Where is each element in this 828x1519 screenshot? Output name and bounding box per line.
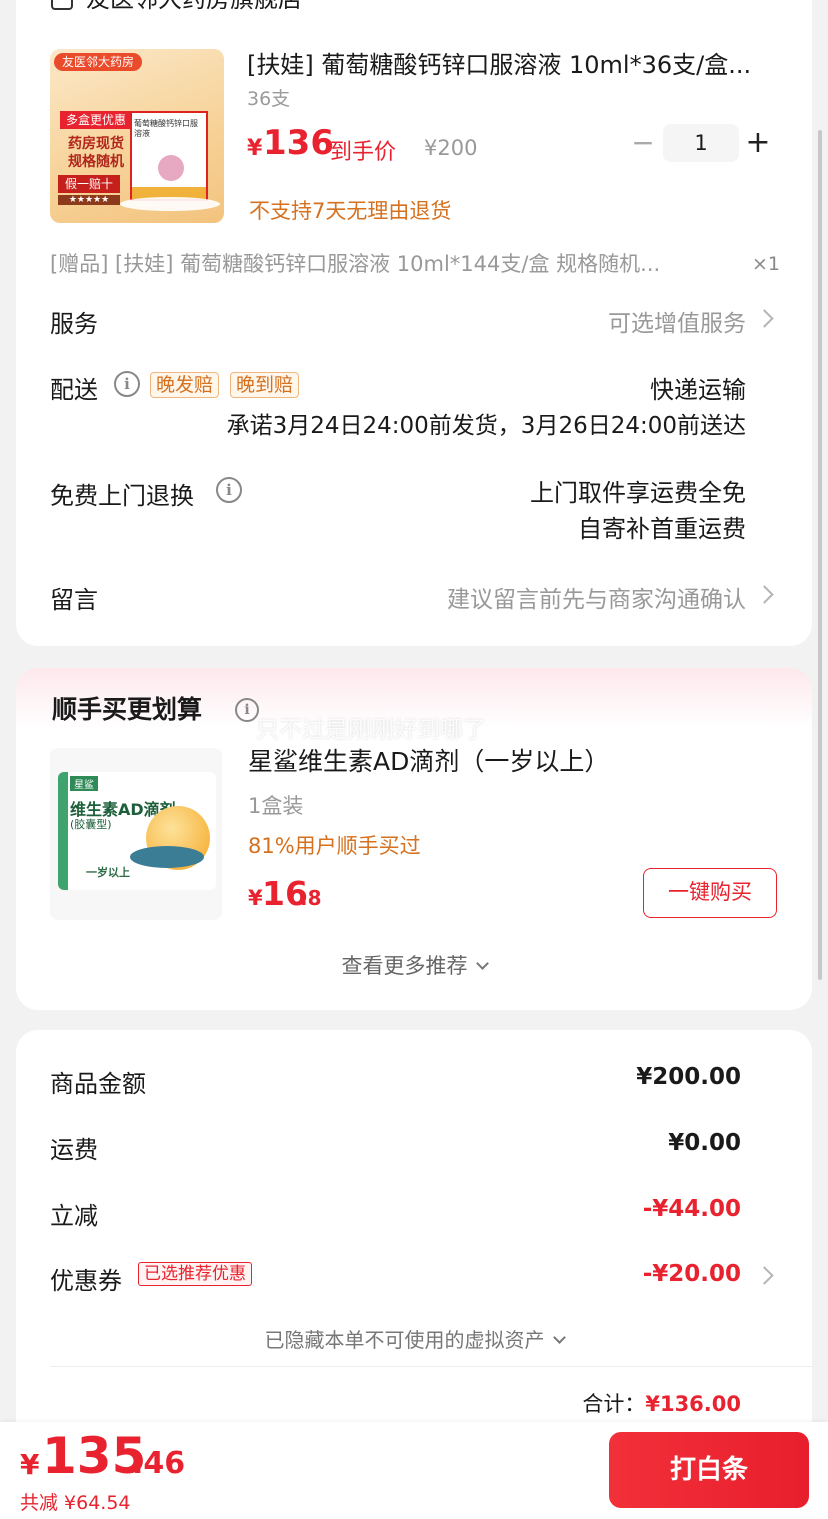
product-image[interactable]: 友医邻大药房 多盒更优惠 药房现货 规格随机 假一赔十 ★★★★★ 葡萄糖酸钙锌…: [50, 49, 224, 223]
summary-divider: [50, 1366, 812, 1367]
store-icon: [51, 0, 73, 10]
overlay-text: 只不过是刚刚好到哪了: [256, 717, 486, 743]
image-badge: 多盒更优惠: [60, 111, 132, 129]
product-box: 葡萄糖酸钙锌口服溶液: [130, 111, 208, 201]
image-stars: ★★★★★: [58, 195, 120, 205]
shipping-label: 运费: [50, 1136, 98, 1164]
bundle-card: 顺手买更划算 i 只不过是刚刚好到哪了 星鲨 维生素AD滴剂 (胶囊型) 一岁以…: [16, 668, 812, 1010]
rec-age: 一岁以上: [86, 866, 130, 879]
coupon-tag: 已选推荐优惠: [138, 1262, 252, 1286]
rec-price-dec: .8: [300, 886, 322, 910]
summary-card: 商品金额 ¥200.00 运费 ¥0.00 立减 -¥44.00 优惠券 已选推…: [16, 1030, 812, 1450]
gift-item[interactable]: [赠品] [扶娃] 葡萄糖酸钙锌口服溶液 10ml*144支/盒 规格随机...: [50, 250, 740, 278]
goods-amount-value: ¥200.00: [636, 1064, 741, 1090]
total-label: 合计：: [582, 1392, 646, 1416]
return-policy-note: 不支持7天无理由退货: [249, 199, 452, 223]
image-line-2: 规格随机: [68, 154, 124, 170]
price-symbol: ¥: [247, 136, 263, 161]
image-guarantee: 假一赔十: [58, 175, 120, 193]
quantity-field[interactable]: 1: [663, 124, 739, 162]
chevron-down-icon: [552, 1331, 566, 1344]
product-price: 136: [263, 123, 334, 163]
rec-brand: 星鲨: [70, 776, 98, 791]
bundle-title: 顺手买更划算: [52, 695, 203, 724]
store-name[interactable]: 友医邻大药房旗舰店: [86, 0, 302, 14]
delivery-label: 配送: [50, 376, 98, 404]
original-price: ¥200: [424, 136, 478, 160]
decrement-button[interactable]: −: [628, 124, 658, 164]
total-row: 合计：¥136.00: [416, 1388, 741, 1418]
delivery-method: 快递运输: [650, 376, 746, 404]
more-recommend-button[interactable]: 查看更多推荐: [16, 950, 812, 980]
hidden-assets-toggle[interactable]: 已隐藏本单不可使用的虚拟资产: [16, 1324, 812, 1353]
price-label: 到手价: [330, 140, 397, 165]
free-return-line-1: 上门取件享运费全免: [530, 479, 746, 507]
delivery-promise: 承诺3月24日24:00前发货，3月26日24:00前送达: [226, 413, 746, 439]
discount-value: -¥44.00: [642, 1196, 741, 1222]
message-input[interactable]: 建议留言前先与商家沟通确认: [346, 580, 746, 614]
box-stand: [120, 197, 220, 211]
free-return-line-2: 自寄补首重运费: [578, 515, 746, 543]
one-click-buy-button[interactable]: 一键购买: [643, 868, 777, 918]
service-chevron-icon[interactable]: [755, 309, 774, 328]
recommend-product-image[interactable]: 星鲨 维生素AD滴剂 (胶囊型) 一岁以上: [50, 748, 222, 920]
gift-count: ×1: [752, 253, 781, 275]
scrollbar[interactable]: [818, 130, 822, 980]
rec-type: (胶囊型): [70, 818, 112, 831]
total-saved: 共减 ¥64.54: [20, 1492, 131, 1514]
shipping-value: ¥0.00: [668, 1130, 741, 1156]
rec-fish: [130, 846, 204, 868]
image-top-banner: 友医邻大药房: [54, 53, 142, 71]
final-price-int: 135: [42, 1427, 147, 1485]
recommend-stat: 81%用户顺手买过: [248, 834, 421, 858]
recommend-spec: 1盒装: [248, 794, 304, 818]
product-title[interactable]: [扶娃] 葡萄糖酸钙锌口服溶液 10ml*36支/盒...: [247, 50, 787, 80]
coupon-value[interactable]: -¥20.00: [516, 1261, 741, 1287]
pay-button[interactable]: 打白条: [609, 1432, 809, 1508]
coupon-chevron-icon[interactable]: [755, 1266, 774, 1285]
chevron-down-icon: [475, 957, 489, 970]
box-label: 葡萄糖酸钙锌口服溶液: [134, 119, 198, 138]
goods-amount-label: 商品金额: [50, 1070, 146, 1098]
image-line-1: 药房现货: [68, 136, 124, 152]
service-label: 服务: [50, 310, 98, 338]
more-recommend-label: 查看更多推荐: [341, 954, 468, 978]
discount-label: 立减: [50, 1202, 98, 1230]
message-chevron-icon[interactable]: [755, 585, 774, 604]
recommend-title[interactable]: 星鲨维生素AD滴剂（一岁以上）: [248, 746, 609, 778]
message-label: 留言: [50, 586, 98, 614]
free-return-label: 免费上门退换: [50, 482, 194, 510]
delivery-info-icon[interactable]: i: [114, 371, 140, 397]
final-price-dec: .46: [132, 1446, 186, 1481]
final-price-symbol: ¥: [20, 1448, 40, 1481]
total-value: ¥136.00: [645, 1392, 741, 1416]
service-value[interactable]: 可选增值服务: [496, 304, 746, 338]
rec-price-symbol: ¥: [248, 886, 263, 910]
coupon-label: 优惠券: [50, 1267, 122, 1295]
hidden-assets-label: 已隐藏本单不可使用的虚拟资产: [264, 1328, 545, 1352]
quantity-stepper: − 1 +: [628, 124, 788, 164]
bottom-bar: ¥ 135 .46 共减 ¥64.54 打白条: [0, 1422, 828, 1519]
late-ship-tag: 晚发赔: [150, 372, 220, 398]
product-spec[interactable]: 36支: [247, 84, 290, 111]
increment-button[interactable]: +: [743, 124, 773, 164]
box-mascot: [158, 155, 184, 181]
late-arrive-tag: 晚到赔: [230, 372, 300, 398]
free-return-info-icon[interactable]: i: [216, 477, 242, 503]
order-card: 友医邻大药房旗舰店 友医邻大药房 多盒更优惠 药房现货 规格随机 假一赔十 ★★…: [16, 0, 812, 646]
